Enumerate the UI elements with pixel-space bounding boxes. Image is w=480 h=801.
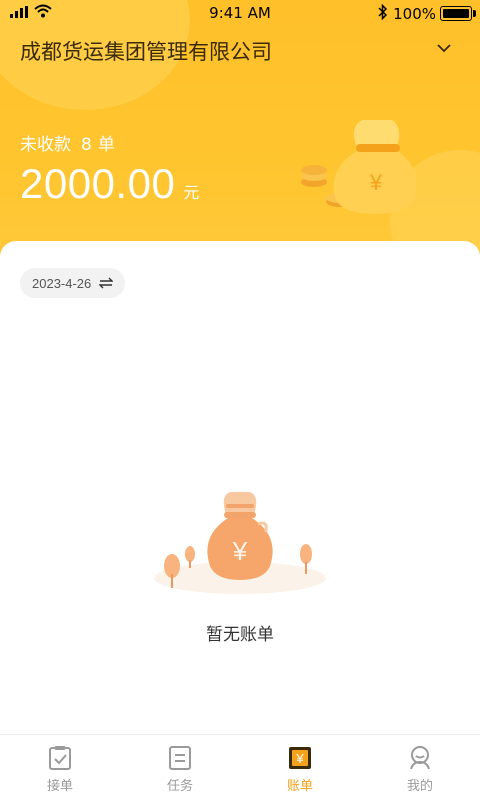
svg-text:¥: ¥ <box>295 751 304 766</box>
company-name[interactable]: 成都货运集团管理有限公司 <box>20 36 272 66</box>
svg-text:¥: ¥ <box>232 536 248 566</box>
empty-state-illustration: ¥ <box>154 492 326 594</box>
clipboard-check-icon <box>49 746 71 770</box>
bluetooth-icon <box>378 4 388 20</box>
battery-percent: 100% <box>393 5 436 23</box>
header-banner: 9:41 AM 100% 成都货运集团管理有限公司 未收款 8 单 2000.00 元… <box>0 0 480 270</box>
amount-summary: 2000.00 元 <box>20 160 199 208</box>
bill-yen-icon: ¥ <box>289 747 311 769</box>
tab-profile[interactable]: 我的 <box>360 735 480 801</box>
bottom-tab-bar: 接单 任务 ¥ 账单 我的 <box>0 734 480 801</box>
tab-label: 账单 <box>286 779 313 794</box>
amount-unit: 元 <box>183 183 200 202</box>
tab-label: 任务 <box>166 779 193 794</box>
unpaid-unit: 单 <box>97 135 115 155</box>
date-filter[interactable]: 2023-4-26 <box>20 268 126 298</box>
unpaid-amount: 2000.00 <box>20 160 176 207</box>
tab-label: 接单 <box>46 779 73 794</box>
tab-bills[interactable]: ¥ 账单 <box>240 735 360 801</box>
status-bar: 9:41 AM 100% <box>0 0 480 26</box>
tab-tasks[interactable]: 任务 <box>120 735 240 801</box>
swap-icon[interactable] <box>99 277 114 289</box>
date-value: 2023-4-26 <box>32 275 92 291</box>
tab-label: 我的 <box>406 779 433 794</box>
user-icon <box>410 746 430 770</box>
money-bag-illustration: ¥ <box>301 120 417 214</box>
svg-text:¥: ¥ <box>369 170 383 195</box>
unpaid-count: 8 <box>81 135 92 155</box>
tab-orders[interactable]: 接单 <box>0 735 120 801</box>
empty-state-text: 暂无账单 <box>206 625 274 645</box>
list-icon <box>169 746 191 770</box>
unpaid-summary: 未收款 8 单 <box>20 130 115 155</box>
unpaid-label: 未收款 <box>20 135 71 155</box>
chevron-down-icon[interactable] <box>436 42 452 54</box>
battery-icon <box>440 6 476 21</box>
